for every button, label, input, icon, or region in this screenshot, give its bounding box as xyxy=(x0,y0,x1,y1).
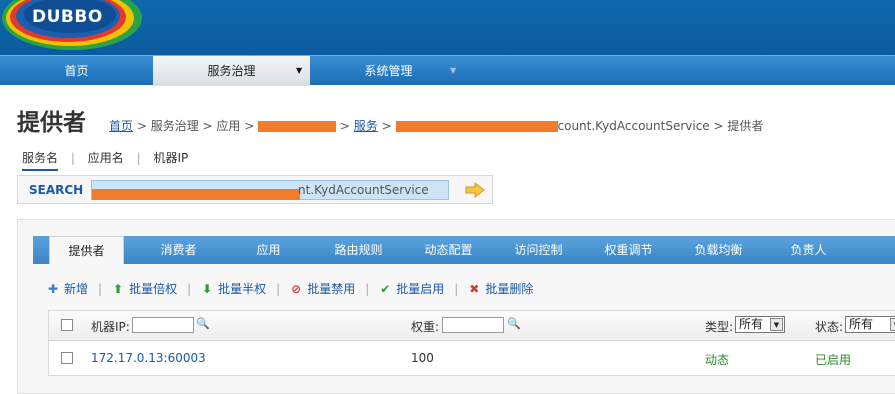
nav-home-label: 首页 xyxy=(64,64,89,78)
tab-routes[interactable]: 路由规则 xyxy=(321,236,396,264)
toolbar-action-5[interactable]: ✖ 批量删除 xyxy=(468,280,533,297)
search-input-value: nt.KydAccountService xyxy=(298,183,429,197)
nav-service-governance[interactable]: 服务治理 ▼ xyxy=(153,56,310,86)
page-title: 提供者 xyxy=(17,110,86,136)
nav-home[interactable]: 首页 xyxy=(0,56,153,86)
chevron-down-icon: ▼ xyxy=(890,318,895,331)
tab-weights[interactable]: 权重调节 xyxy=(591,236,666,264)
breadcrumb-separator: > xyxy=(240,119,259,133)
chevron-down-icon: ▼ xyxy=(770,318,783,331)
breadcrumb-governance: 服务治理 xyxy=(150,119,199,133)
provider-weight: 100 xyxy=(411,351,434,365)
search-tab-app-name[interactable]: 应用名 xyxy=(88,149,124,166)
filter-weight-input[interactable] xyxy=(442,317,504,333)
logo-text: DUBBO xyxy=(32,7,103,27)
filter-weight-label: 权重: xyxy=(411,320,440,334)
search-label: SEARCH xyxy=(29,183,84,197)
action-toolbar: ✚ 新增 | ⬆ 批量倍权 | ⬇ 批量半权 | ⊘ 批量禁用 | ✔ 批量启用 | ✖ 批量删除 xyxy=(47,280,533,297)
filter-status-value: 所有 xyxy=(849,317,874,331)
toolbar-action-label: 批量倍权 xyxy=(129,282,178,296)
toolbar-action-label: 批量禁用 xyxy=(307,282,356,296)
breadcrumb-separator: > xyxy=(133,119,151,133)
forbidden-icon: ⊘ xyxy=(291,282,302,296)
search-tab-machine-ip[interactable]: 机器IP xyxy=(153,149,188,166)
tab-applications[interactable]: 应用 xyxy=(231,236,306,264)
search-arrow-icon[interactable] xyxy=(465,182,485,198)
toolbar-action-4[interactable]: ✔ 批量启用 xyxy=(379,280,444,297)
tab-providers[interactable]: 提供者 xyxy=(49,236,124,264)
dropdown-arrow-icon: ▼ xyxy=(296,66,303,75)
search-icon[interactable]: 🔍 xyxy=(196,317,210,330)
table-header: 机器IP: 🔍 权重: 🔍 类型: 所有 ▼ 状态: 所有 ▼ xyxy=(49,311,895,341)
breadcrumb-separator: > xyxy=(377,119,396,133)
providers-table: 机器IP: 🔍 权重: 🔍 类型: 所有 ▼ 状态: 所有 ▼ 172.17.0… xyxy=(48,310,895,376)
nav-governance-label: 服务治理 xyxy=(207,64,256,78)
search-type-tabs: 服务名 | 应用名 | 机器IP xyxy=(22,149,188,171)
filter-type-label: 类型: xyxy=(705,320,734,334)
tab-separator: | xyxy=(70,151,75,165)
provider-type: 动态 xyxy=(705,353,730,367)
service-tabs: 提供者 消费者 应用 路由规则 动态配置 访问控制 权重调节 负载均衡 负责人 xyxy=(33,236,895,264)
breadcrumb-service-name: count.KydAccountService xyxy=(557,119,710,133)
dropdown-arrow-icon: ▼ xyxy=(450,66,457,75)
toolbar-action-label: 批量启用 xyxy=(396,282,445,296)
filter-type-value: 所有 xyxy=(739,317,764,331)
search-bar: SEARCH nt.KydAccountService xyxy=(17,175,493,204)
filter-type-select[interactable]: 所有 ▼ xyxy=(735,316,785,333)
toolbar-divider: | xyxy=(187,282,192,296)
search-input[interactable]: nt.KydAccountService xyxy=(91,180,449,200)
provider-status: 已启用 xyxy=(815,353,852,367)
toolbar-divider: | xyxy=(276,282,281,296)
provider-address-link[interactable]: 172.17.0.13:60003 xyxy=(91,351,206,365)
breadcrumb: 首页 > 服务治理 > 应用 > > 服务 > count.KydAccount… xyxy=(109,117,763,134)
toolbar-action-label: 批量半权 xyxy=(218,282,267,296)
breadcrumb-separator: > xyxy=(709,119,728,133)
breadcrumb-separator: > xyxy=(198,119,217,133)
tab-consumers[interactable]: 消费者 xyxy=(141,236,216,264)
arrow-down-icon: ⬇ xyxy=(202,282,213,296)
toolbar-divider: | xyxy=(365,282,370,296)
toolbar-action-2[interactable]: ⬇ 批量半权 xyxy=(201,280,266,297)
check-icon: ✔ xyxy=(380,282,391,296)
nav-system-management[interactable]: 系统管理 ▼ xyxy=(310,56,467,86)
filter-status-select[interactable]: 所有 ▼ xyxy=(845,316,895,333)
tab-owners[interactable]: 负责人 xyxy=(771,236,846,264)
main-nav: 首页 服务治理 ▼ 系统管理 ▼ xyxy=(0,55,895,86)
toolbar-action-label: 新增 xyxy=(64,282,89,296)
toolbar-action-3[interactable]: ⊘ 批量禁用 xyxy=(290,280,355,297)
tab-overrides[interactable]: 动态配置 xyxy=(411,236,486,264)
search-icon[interactable]: 🔍 xyxy=(507,317,521,330)
arrow-up-icon: ⬆ xyxy=(113,282,124,296)
filter-ip-input[interactable] xyxy=(132,317,194,333)
tab-separator: | xyxy=(136,151,141,165)
toolbar-action-1[interactable]: ⬆ 批量倍权 xyxy=(112,280,177,297)
breadcrumb-home-link[interactable]: 首页 xyxy=(109,119,133,133)
toolbar-divider: | xyxy=(454,282,459,296)
providers-panel: 提供者 消费者 应用 路由规则 动态配置 访问控制 权重调节 负载均衡 负责人 … xyxy=(17,219,895,394)
redaction-bar xyxy=(92,189,300,200)
row-checkbox[interactable] xyxy=(61,352,73,364)
filter-ip-label: 机器IP: xyxy=(91,320,130,334)
breadcrumb-current: 提供者 xyxy=(727,119,764,133)
breadcrumb-separator: > xyxy=(336,119,354,133)
nav-system-label: 系统管理 xyxy=(364,64,413,78)
breadcrumb-service-link[interactable]: 服务 xyxy=(354,119,378,133)
toolbar-divider: | xyxy=(98,282,103,296)
redaction-bar xyxy=(395,121,558,132)
redaction-bar xyxy=(258,121,337,132)
app-header: DUBBO xyxy=(0,0,895,55)
search-tab-service-name[interactable]: 服务名 xyxy=(22,149,59,171)
filter-status-label: 状态: xyxy=(815,320,844,334)
toolbar-action-label: 批量删除 xyxy=(485,282,534,296)
tab-load-balance[interactable]: 负载均衡 xyxy=(681,236,756,264)
table-row: 172.17.0.13:60003 100 动态 已启用 xyxy=(49,342,895,376)
breadcrumb-app: 应用 xyxy=(216,119,241,133)
delete-icon: ✖ xyxy=(469,282,480,296)
dubbo-logo[interactable]: DUBBO xyxy=(0,0,145,50)
plus-icon: ✚ xyxy=(47,282,59,296)
tab-access-control[interactable]: 访问控制 xyxy=(501,236,576,264)
toolbar-action-0[interactable]: ✚ 新增 xyxy=(47,280,88,297)
select-all-checkbox[interactable] xyxy=(61,319,73,331)
